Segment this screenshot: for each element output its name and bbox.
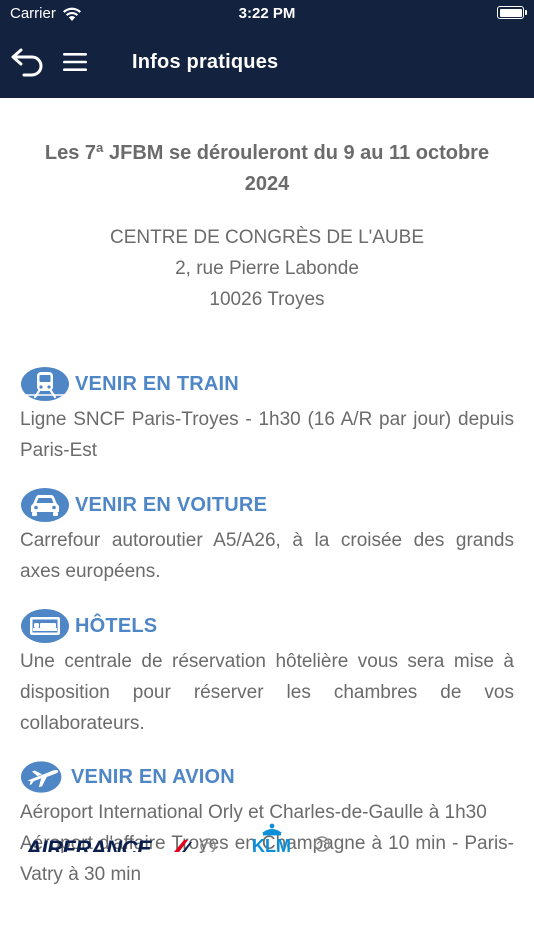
section-hotel-header: HÔTELS (20, 606, 514, 646)
section-plane-title: VENIR EN AVION (71, 765, 235, 788)
venue-street: 2, rue Pierre Labonde (175, 258, 359, 279)
section-hotel-text: Une centrale de réservation hôtelière vo… (20, 651, 514, 734)
svg-text:KLM: KLM (252, 836, 291, 852)
train-icon (21, 367, 69, 401)
section-train: VENIR EN TRAIN Ligne SNCF Paris-Troyes -… (20, 364, 514, 466)
klm-logo-icon: KLM (252, 823, 330, 852)
page-title: Infos pratiques (132, 51, 279, 73)
section-hotel: HÔTELS Une centrale de réservation hôtel… (20, 606, 514, 739)
venue-name: CENTRE DE CONGRÈS DE L'AUBE (109, 227, 425, 248)
event-intro: Les 7ª JFBM se dérouleront du 9 au 11 oc… (44, 142, 490, 195)
airplane-icon (20, 761, 62, 793)
venue-address: CENTRE DE CONGRÈS DE L'AUBE 2, rue Pierr… (20, 222, 514, 315)
car-icon (21, 488, 69, 522)
airline-logos: AIRFRANCE KLM (0, 820, 534, 852)
section-car-title: VENIR EN VOITURE (75, 493, 268, 516)
battery-icon (497, 6, 527, 19)
section-car: VENIR EN VOITURE Carrefour autoroutier A… (20, 485, 514, 587)
section-train-text: Ligne SNCF Paris-Troyes - 1h30 (16 A/R p… (20, 409, 514, 461)
section-car-text: Carrefour autoroutier A5/A26, à la crois… (20, 530, 514, 582)
bed-icon (21, 609, 69, 643)
airfrance-mark-icon (174, 838, 216, 852)
status-bar: Carrier 3:22 PM (0, 0, 534, 28)
nav-bar: Infos pratiques (0, 40, 534, 84)
section-hotel-title: HÔTELS (75, 614, 158, 637)
back-arrow-icon[interactable] (10, 46, 46, 78)
section-train-header: VENIR EN TRAIN (20, 364, 514, 404)
airfrance-logo: AIRFRANCE (26, 836, 152, 852)
venue-city: 10026 Troyes (209, 289, 325, 310)
app-header: Carrier 3:22 PM Infos pratiques (0, 0, 534, 98)
status-time: 3:22 PM (238, 5, 296, 22)
section-train-title: VENIR EN TRAIN (75, 372, 239, 395)
hamburger-menu-icon[interactable] (62, 50, 88, 74)
section-plane-header: VENIR EN AVION (20, 757, 514, 797)
section-car-header: VENIR EN VOITURE (20, 485, 514, 525)
main-content: Les 7ª JFBM se dérouleront du 9 au 11 oc… (20, 98, 514, 885)
